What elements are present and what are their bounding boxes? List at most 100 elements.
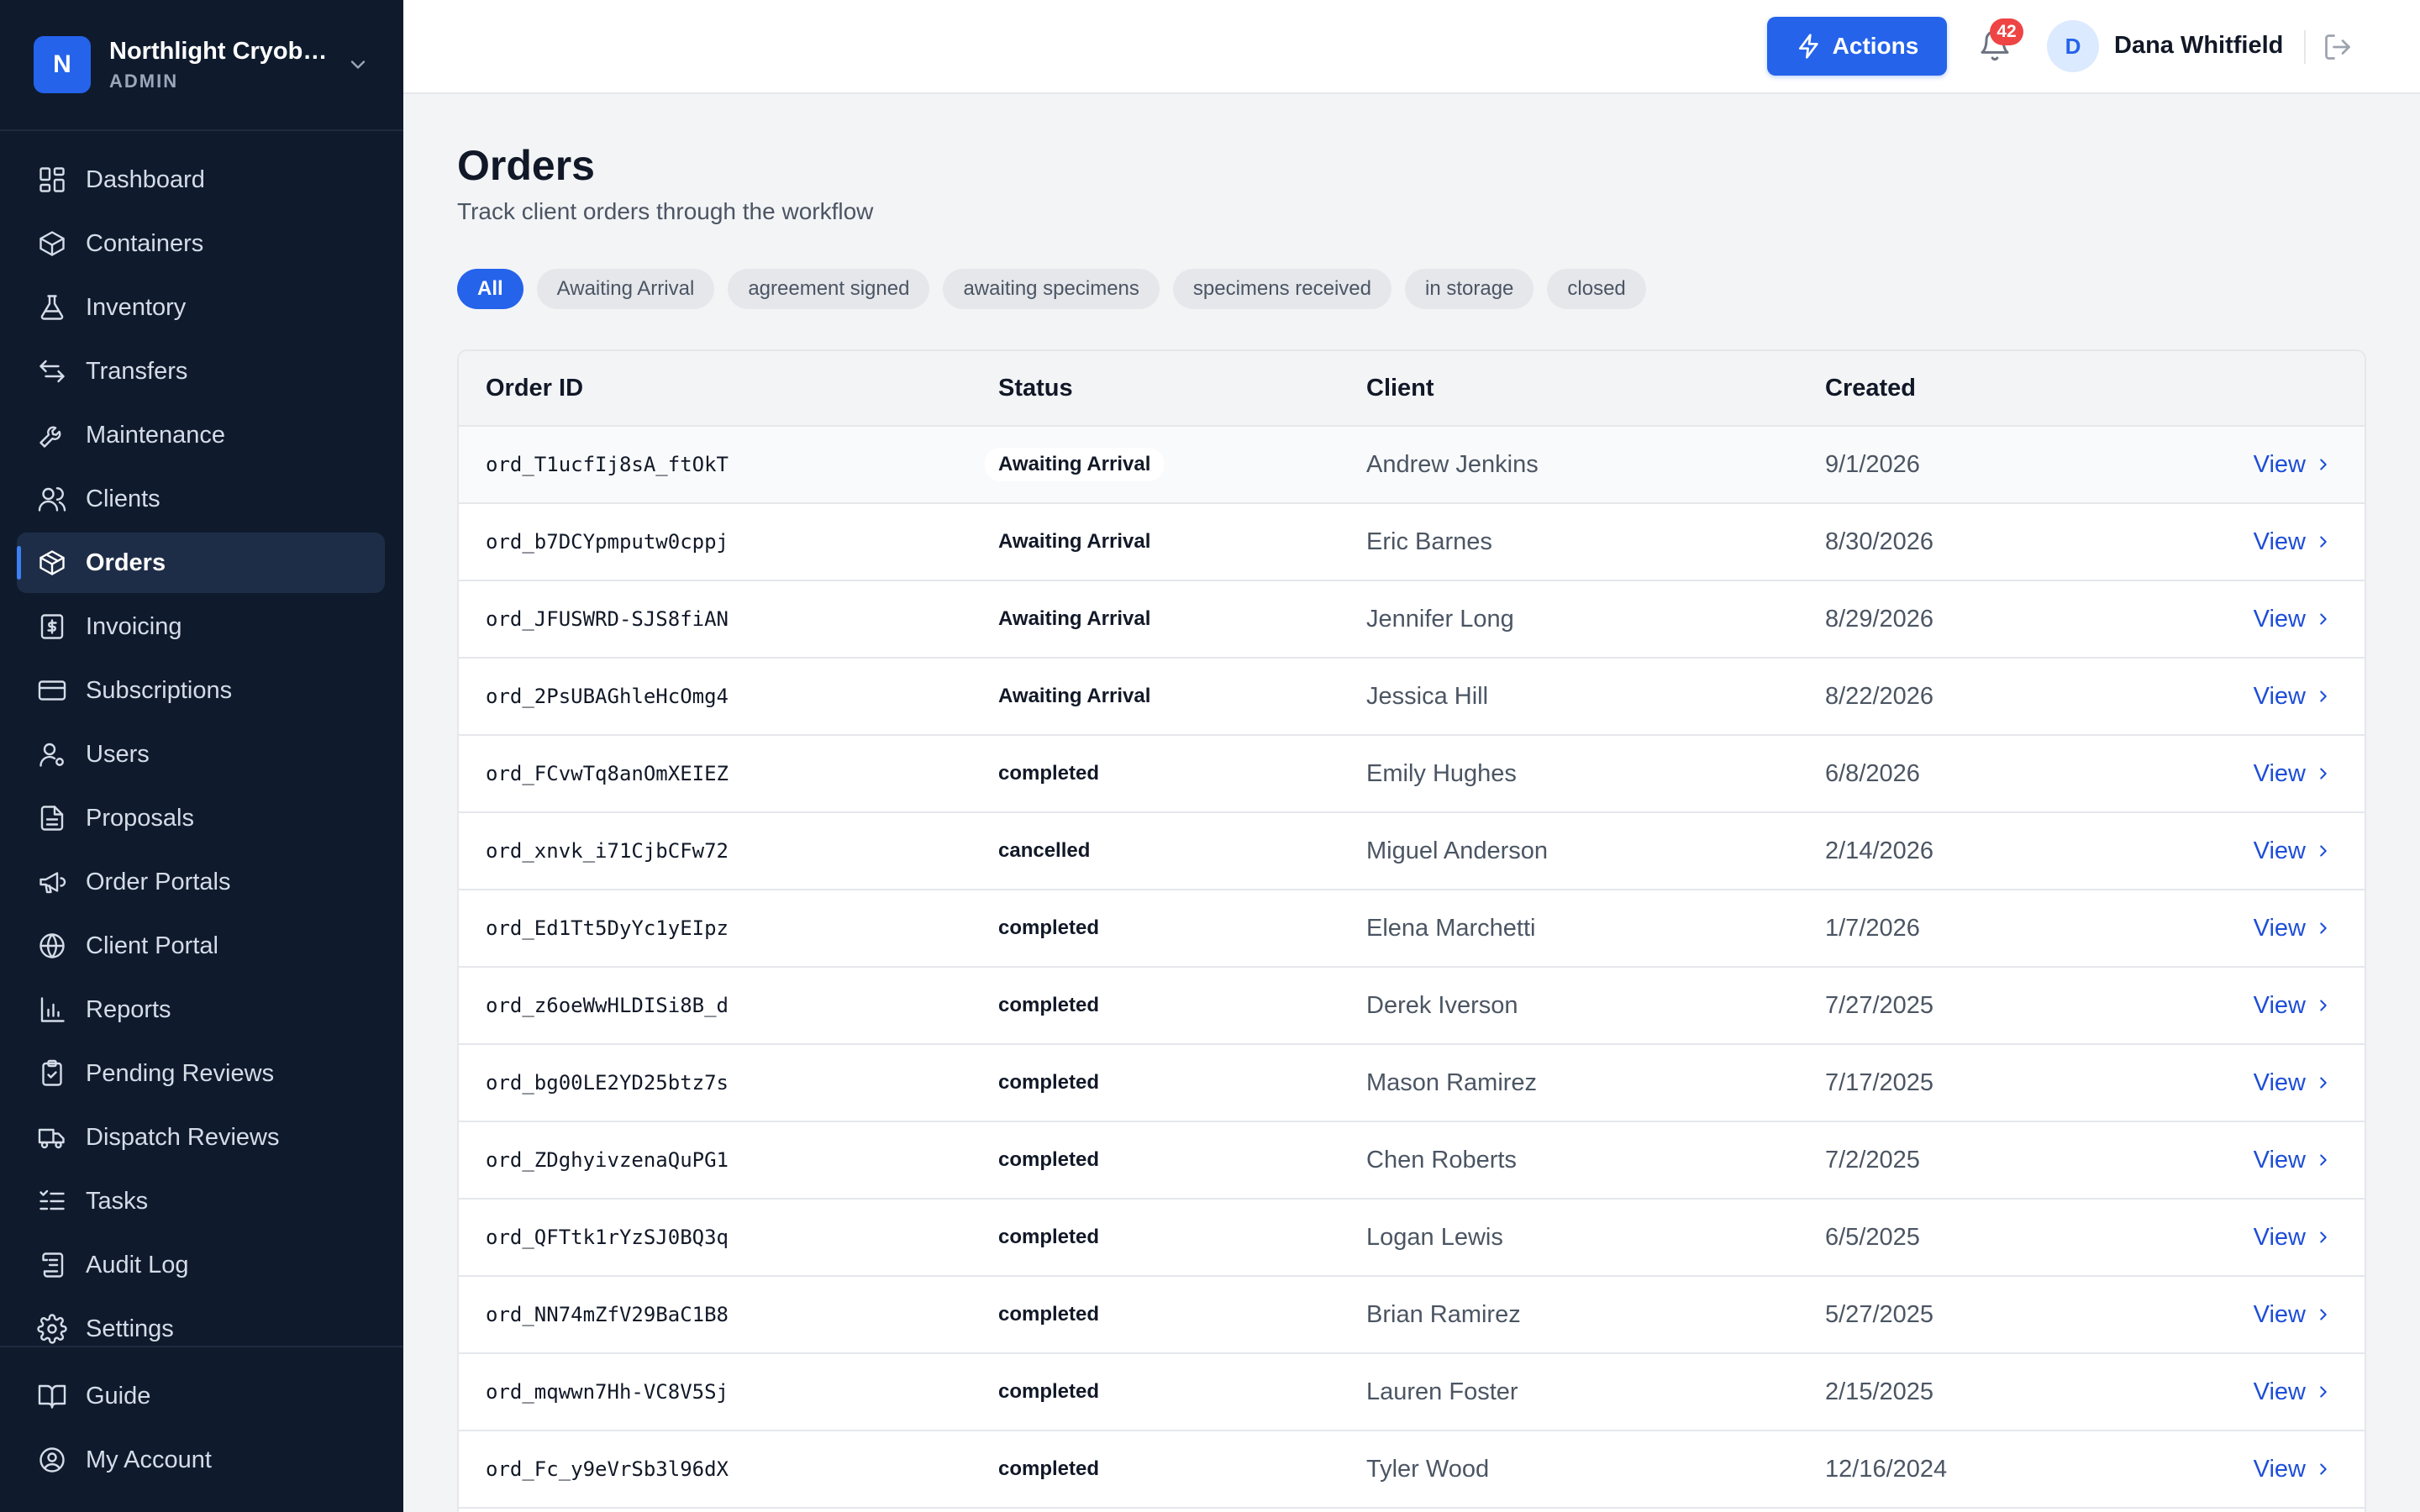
users-icon: [38, 487, 66, 512]
org-switcher[interactable]: N Northlight Cryoba… ADMIN: [0, 0, 403, 131]
view-order-link[interactable]: View: [2254, 683, 2333, 711]
view-order-link[interactable]: View: [2254, 528, 2333, 556]
created-date: 9/1/2026: [1825, 450, 1920, 478]
sidebar-item-transfers[interactable]: Transfers: [17, 341, 385, 402]
sidebar-item-client-portal[interactable]: Client Portal: [17, 916, 385, 976]
order-id: ord_Fc_y9eVrSb3l96dX: [486, 1457, 729, 1481]
sidebar-item-dashboard[interactable]: Dashboard: [17, 150, 385, 210]
logout-icon[interactable]: [2323, 32, 2353, 62]
card-icon: [38, 680, 66, 701]
sidebar-item-proposals[interactable]: Proposals: [17, 788, 385, 848]
table-row[interactable]: ord_ZDghyivzenaQuPG1 completed Chen Robert…: [459, 1122, 2365, 1200]
order-id: ord_NN74mZfV29BaC1B8: [486, 1303, 729, 1326]
sidebar-divider: [0, 1346, 403, 1347]
order-id: ord_xnvk_i71CjbCFw72: [486, 839, 729, 863]
table-row[interactable]: ord_xnvk_i71CjbCFw72 cancelled Miguel Ande…: [459, 813, 2365, 890]
invoice-icon: [40, 614, 64, 639]
view-order-link[interactable]: View: [2254, 1069, 2333, 1097]
view-order-link[interactable]: View: [2254, 1224, 2333, 1252]
sidebar-item-orders[interactable]: Orders: [17, 533, 385, 593]
column-header-order-id[interactable]: Order ID: [459, 375, 971, 402]
sidebar-item-clients[interactable]: Clients: [17, 469, 385, 529]
view-order-link[interactable]: View: [2254, 1147, 2333, 1174]
sidebar-item-label: Transfers: [86, 357, 188, 385]
sidebar-item-users[interactable]: Users: [17, 724, 385, 785]
sidebar-nav-bottom: Guide My Account: [17, 1366, 385, 1494]
view-label: View: [2253, 1455, 2306, 1483]
avatar[interactable]: D: [2047, 20, 2099, 72]
sidebar-item-containers[interactable]: Containers: [17, 213, 385, 274]
sidebar: N Northlight Cryoba… ADMIN Dashboard Cont…: [0, 0, 403, 1512]
view-order-link[interactable]: View: [2254, 837, 2333, 865]
filter-chip-awaiting-specimens[interactable]: awaiting specimens: [943, 269, 1160, 309]
sidebar-item-order-portals[interactable]: Order Portals: [17, 852, 385, 912]
status-badge: completed: [998, 762, 1100, 785]
view-order-link[interactable]: View: [2254, 1456, 2333, 1483]
table-row[interactable]: ord_NN74mZfV29BaC1B8 completed Brian Ramir…: [459, 1277, 2365, 1354]
sidebar-item-pending-reviews[interactable]: Pending Reviews: [17, 1043, 385, 1104]
table-row[interactable]: ord_bg00LE2YD25btz7s completed Mason Ramir…: [459, 1045, 2365, 1122]
actions-button[interactable]: Actions: [1767, 17, 1947, 76]
view-label: View: [2253, 914, 2306, 942]
table-row[interactable]: ord_Ed1Tt5DyYc1yEIpz completed Elena March…: [459, 890, 2365, 968]
sidebar-item-audit-log[interactable]: Audit Log: [17, 1235, 385, 1295]
gear-icon: [37, 1314, 67, 1344]
filter-chip-in-storage[interactable]: in storage: [1405, 269, 1534, 309]
view-order-link[interactable]: View: [2254, 451, 2333, 479]
sidebar-item-maintenance[interactable]: Maintenance: [17, 405, 385, 465]
view-order-link[interactable]: View: [2254, 1301, 2333, 1329]
sidebar-item-dispatch-reviews[interactable]: Dispatch Reviews: [17, 1107, 385, 1168]
view-order-link[interactable]: View: [2254, 915, 2333, 942]
order-id: ord_T1ucfIj8sA_ftOkT: [486, 453, 729, 476]
table-row[interactable]: ord_QFTtk1rYzSJ0BQ3q completed Logan Lewis…: [459, 1200, 2365, 1277]
transfer-icon: [39, 360, 65, 383]
view-order-link[interactable]: View: [2254, 606, 2333, 633]
sidebar-item-subscriptions[interactable]: Subscriptions: [17, 660, 385, 721]
client-name: Logan Lewis: [1366, 1223, 1503, 1251]
client-name: Tyler Wood: [1366, 1455, 1490, 1483]
sidebar-item-label: Dispatch Reviews: [86, 1123, 280, 1151]
book-icon: [38, 1384, 66, 1409]
sidebar-item-settings[interactable]: Settings: [17, 1299, 385, 1359]
column-header-status[interactable]: Status: [971, 375, 1366, 402]
view-order-link[interactable]: View: [2254, 760, 2333, 788]
sidebar-item-tasks[interactable]: Tasks: [17, 1171, 385, 1231]
client-name: Jessica Hill: [1366, 682, 1489, 710]
filter-chip-awaiting-arrival[interactable]: Awaiting Arrival: [536, 269, 715, 309]
column-header-client[interactable]: Client: [1366, 375, 1825, 402]
filter-chip-all[interactable]: All: [457, 269, 523, 309]
table-row[interactable]: ord_Fc_y9eVrSb3l96dX completed Tyler Wood 1…: [459, 1431, 2365, 1509]
table-row[interactable]: ord_T1ucfIj8sA_ftOkT Awaiting Arrival Andr…: [459, 427, 2365, 504]
order-id: ord_ZDghyivzenaQuPG1: [486, 1148, 729, 1172]
client-name: Andrew Jenkins: [1366, 450, 1539, 478]
status-badge: completed: [998, 1148, 1100, 1171]
table-row[interactable]: ord_FCvwTq8anOmXEIEZ completed Emily Hughe…: [459, 736, 2365, 813]
table-row[interactable]: ord_JFUSWRD-SJS8fiAN Awaiting Arrival Jenn…: [459, 581, 2365, 659]
org-name: Northlight Cryoba…: [109, 37, 336, 65]
sidebar-item-label: Guide: [86, 1382, 151, 1410]
table-row[interactable]: ord_mqwwn7Hh-VC8V5Sj completed Lauren Fost…: [459, 1354, 2365, 1431]
table-row[interactable]: ord_2PsUBAGhleHcOmg4 Awaiting Arrival Jess…: [459, 659, 2365, 736]
view-label: View: [2253, 1378, 2306, 1405]
chevron-right-icon: [2320, 768, 2327, 780]
notification-badge: 42: [1990, 18, 2023, 45]
sidebar-item-label: Reports: [86, 995, 171, 1023]
view-order-link[interactable]: View: [2254, 1378, 2333, 1406]
view-label: View: [2253, 1300, 2306, 1328]
view-order-link[interactable]: View: [2254, 992, 2333, 1020]
table-row[interactable]: ord_b7DCYpmputw0cppj Awaiting Arrival Eric…: [459, 504, 2365, 581]
sidebar-item-inventory[interactable]: Inventory: [17, 277, 385, 338]
sidebar-item-invoicing[interactable]: Invoicing: [17, 596, 385, 657]
column-header-created[interactable]: Created: [1825, 375, 2178, 402]
table-row[interactable]: ord_z6oeWwHLDISi8B_d completed Derek Ivers…: [459, 968, 2365, 1045]
sidebar-item-label: Settings: [86, 1315, 174, 1342]
created-date: 6/8/2026: [1825, 759, 1920, 787]
filter-chip-specimens-received[interactable]: specimens received: [1172, 269, 1392, 309]
filter-chip-agreement-signed[interactable]: agreement signed: [728, 269, 930, 309]
sidebar-item-guide[interactable]: Guide: [17, 1366, 385, 1426]
sidebar-item-reports[interactable]: Reports: [17, 979, 385, 1040]
filter-chip-closed[interactable]: closed: [1547, 269, 1646, 309]
view-label: View: [2253, 605, 2306, 633]
user-name[interactable]: Dana Whitfield: [2114, 32, 2283, 60]
sidebar-item-my-account[interactable]: My Account: [17, 1430, 385, 1490]
